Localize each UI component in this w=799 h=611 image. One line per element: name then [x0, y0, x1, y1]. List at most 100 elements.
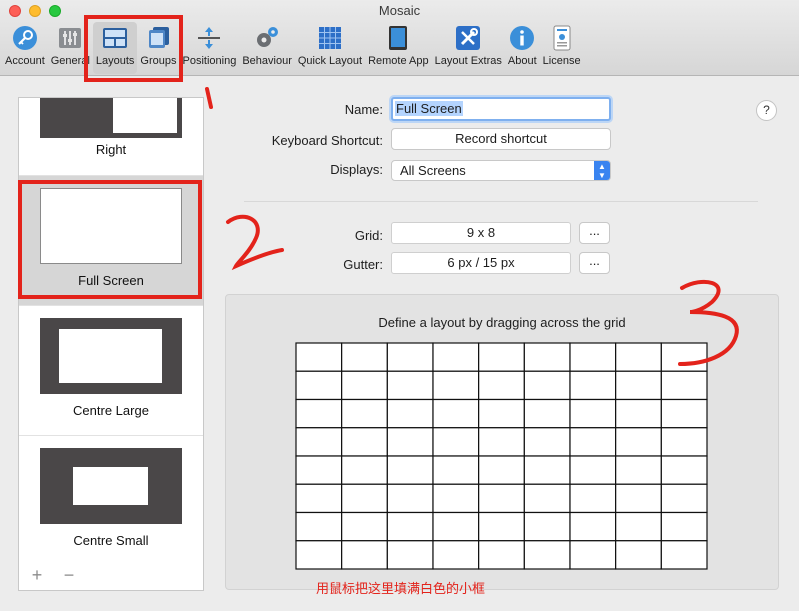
grid-cell[interactable]: [295, 398, 343, 429]
displays-select[interactable]: All Screens ▲ ▼: [391, 160, 611, 181]
grid-cell[interactable]: [478, 427, 525, 457]
grid-cell[interactable]: [660, 483, 708, 514]
toolbar-item-layouts[interactable]: Layouts: [92, 22, 138, 74]
grid-cell[interactable]: [660, 540, 708, 570]
grid-cell[interactable]: [432, 540, 480, 570]
grid-cell[interactable]: [386, 427, 434, 457]
grid-cell[interactable]: [341, 370, 388, 401]
grid-cell[interactable]: [478, 342, 525, 372]
toolbar-item-account[interactable]: Account: [2, 22, 48, 74]
grid-cell[interactable]: [295, 427, 343, 457]
grid-cell[interactable]: [569, 540, 617, 570]
grid-cell[interactable]: [660, 370, 708, 401]
layout-item-centre-large[interactable]: Centre Large: [19, 306, 203, 436]
grid-cell[interactable]: [615, 427, 662, 457]
grid-cell[interactable]: [615, 370, 662, 401]
grid-cell[interactable]: [386, 342, 434, 372]
gutter-options-button[interactable]: ...: [579, 252, 610, 274]
grid-cell[interactable]: [569, 370, 617, 401]
grid-cell[interactable]: [523, 540, 571, 570]
grid-cell[interactable]: [569, 483, 617, 514]
grid-options-button[interactable]: ...: [579, 222, 610, 244]
grid-cell[interactable]: [341, 342, 388, 372]
layout-item-centre-small[interactable]: Centre Small: [19, 436, 203, 566]
grid-cell[interactable]: [432, 370, 480, 401]
grid-cell[interactable]: [660, 455, 708, 485]
grid-cell[interactable]: [432, 427, 480, 457]
grid-cell[interactable]: [432, 511, 480, 542]
grid-cell[interactable]: [615, 483, 662, 514]
grid-cell[interactable]: [341, 427, 388, 457]
layout-item-full-screen[interactable]: Full Screen: [19, 176, 203, 306]
layout-grid[interactable]: [295, 342, 708, 570]
grid-cell[interactable]: [569, 455, 617, 485]
toolbar-item-behaviour[interactable]: Behaviour: [239, 22, 295, 74]
grid-cell[interactable]: [341, 455, 388, 485]
grid-cell[interactable]: [523, 427, 571, 457]
grid-cell[interactable]: [295, 483, 343, 514]
grid-cell[interactable]: [478, 455, 525, 485]
toolbar-item-groups[interactable]: Groups: [137, 22, 179, 74]
grid-cell[interactable]: [478, 511, 525, 542]
grid-cell[interactable]: [523, 483, 571, 514]
toolbar-item-license[interactable]: License: [540, 22, 584, 74]
grid-cell[interactable]: [386, 398, 434, 429]
grid-cell[interactable]: [341, 511, 388, 542]
grid-cell[interactable]: [295, 511, 343, 542]
grid-cell[interactable]: [386, 455, 434, 485]
toolbar-item-layout-extras[interactable]: Layout Extras: [432, 22, 505, 74]
grid-cell[interactable]: [386, 483, 434, 514]
name-field[interactable]: Full Screen: [391, 97, 611, 121]
toolbar-label: Remote App: [368, 55, 429, 67]
grid-cell[interactable]: [615, 511, 662, 542]
grid-cell[interactable]: [478, 540, 525, 570]
grid-cell[interactable]: [341, 398, 388, 429]
grid-cell[interactable]: [660, 342, 708, 372]
grid-cell[interactable]: [569, 342, 617, 372]
grid-cell[interactable]: [523, 398, 571, 429]
grid-cell[interactable]: [523, 511, 571, 542]
grid-cell[interactable]: [295, 370, 343, 401]
toolbar-item-general[interactable]: General: [48, 22, 93, 74]
grid-cell[interactable]: [615, 398, 662, 429]
grid-cell[interactable]: [523, 370, 571, 401]
toolbar-item-positioning[interactable]: Positioning: [180, 22, 240, 74]
grid-cell[interactable]: [341, 540, 388, 570]
remove-layout-button[interactable]: −: [59, 565, 79, 586]
grid-cell[interactable]: [295, 342, 343, 372]
grid-cell[interactable]: [432, 398, 480, 429]
grid-cell[interactable]: [386, 370, 434, 401]
grid-cell[interactable]: [660, 398, 708, 429]
layout-item-right[interactable]: Right: [19, 98, 203, 176]
grid-cell[interactable]: [523, 342, 571, 372]
grid-cell[interactable]: [523, 455, 571, 485]
grid-cell[interactable]: [432, 455, 480, 485]
grid-cell[interactable]: [295, 540, 343, 570]
gutter-field[interactable]: 6 px / 15 px: [391, 252, 571, 274]
record-shortcut-button[interactable]: Record shortcut: [391, 128, 611, 150]
grid-cell[interactable]: [569, 427, 617, 457]
grid-cell[interactable]: [478, 483, 525, 514]
help-button[interactable]: ?: [756, 100, 777, 121]
grid-cell[interactable]: [478, 370, 525, 401]
grid-size-field[interactable]: 9 x 8: [391, 222, 571, 244]
toolbar-item-quick-layout[interactable]: Quick Layout: [295, 22, 365, 74]
grid-cell[interactable]: [569, 511, 617, 542]
add-layout-button[interactable]: +: [27, 565, 47, 586]
grid-cell[interactable]: [341, 483, 388, 514]
grid-cell[interactable]: [615, 540, 662, 570]
toolbar-item-about[interactable]: About: [505, 22, 540, 74]
grid-cell[interactable]: [660, 511, 708, 542]
grid-cell[interactable]: [569, 398, 617, 429]
grid-cell[interactable]: [432, 342, 480, 372]
toolbar-item-remote-app[interactable]: Remote App: [365, 22, 432, 74]
grid-cell[interactable]: [386, 540, 434, 570]
grid-cell[interactable]: [615, 342, 662, 372]
license-icon: [548, 24, 576, 52]
grid-cell[interactable]: [386, 511, 434, 542]
grid-cell[interactable]: [295, 455, 343, 485]
grid-cell[interactable]: [615, 455, 662, 485]
grid-cell[interactable]: [432, 483, 480, 514]
grid-cell[interactable]: [660, 427, 708, 457]
grid-cell[interactable]: [478, 398, 525, 429]
